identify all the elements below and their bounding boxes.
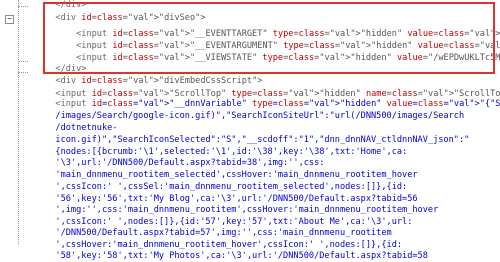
code-line: /dotnetnuke- bbox=[14, 123, 118, 133]
code-line: ',img:'',css:'main_dnnmenu_rootitem',css… bbox=[14, 205, 439, 215]
collapse-minus-icon[interactable]: − bbox=[5, 15, 14, 24]
code-line: '\3',url:'/DNN500/Default.aspx?tabid=38'… bbox=[14, 158, 325, 168]
code-line: <input id=class="val">"__dnnVariable" ty… bbox=[55, 99, 500, 109]
code-line: ',cssHover:'main_dnnmenu_rootitem_hover'… bbox=[14, 240, 403, 250]
code-line: 'main_dnnmenu_rootitem_selected',cssHove… bbox=[14, 170, 418, 180]
source-code-view: − </div> <div id=class="val">"divSeo"> <… bbox=[0, 0, 500, 261]
code-line: icon.gif)","SearchIconSelected":"S","__s… bbox=[14, 135, 470, 145]
code-line: {nodes:[{bcrumb:'\1',selected:'\1',id:'\… bbox=[14, 147, 408, 157]
code-line: '56',key:'56',txt:'My Blog',ca:'\3',url:… bbox=[14, 194, 418, 204]
code-line: /images/Search/google-icon.gif)","Search… bbox=[14, 111, 465, 121]
code-line: ',cssIcon:' ',nodes:[]},{id:'57',key:'57… bbox=[14, 217, 413, 227]
highlight-box bbox=[43, 2, 495, 74]
code-line: '/DNN500/Default.aspx?tabid=57',img:'',c… bbox=[14, 228, 392, 238]
code-line: <div id=class="val">"divEmbedCssScript"> bbox=[55, 76, 263, 86]
code-line: '58',key:'58',txt:'My Photos',ca:'\3',ur… bbox=[14, 251, 428, 261]
code-line: ',cssIcon:' ',cssSel:'main_dnnmenu_rooti… bbox=[14, 182, 408, 192]
